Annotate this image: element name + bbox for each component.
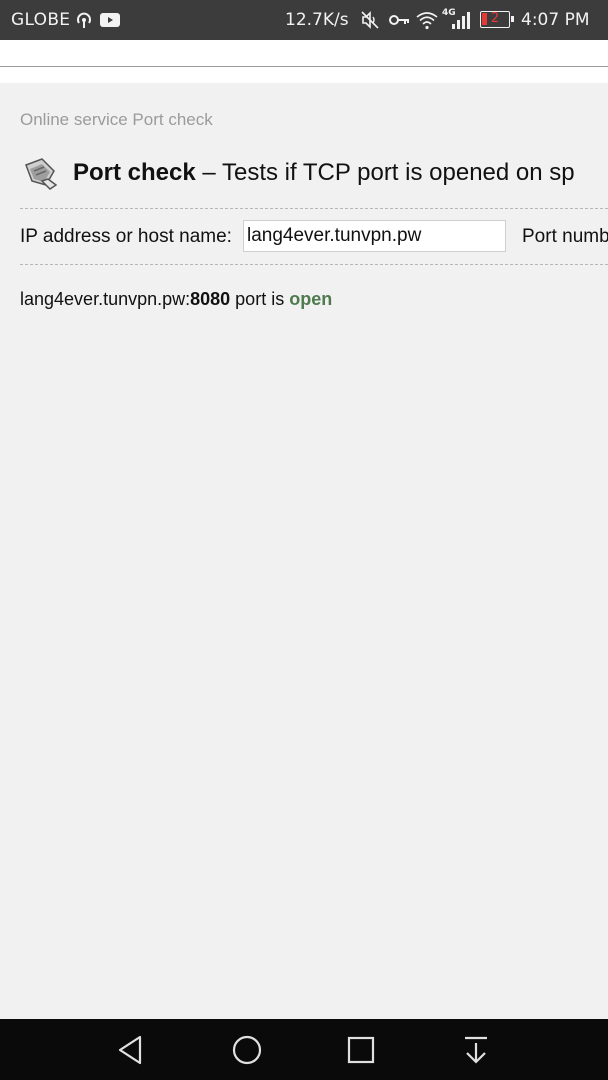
divider-top (20, 208, 608, 209)
divider-bottom (20, 264, 608, 265)
check-result: lang4ever.tunvpn.pw:8080 port is open (20, 289, 332, 310)
page-title-bold: Port check (73, 159, 196, 186)
host-label: IP address or host name: (20, 226, 232, 247)
network-speed: 12.7K/s (285, 10, 349, 30)
plug-icon (25, 158, 58, 190)
result-port: 8080 (190, 289, 231, 309)
vpn-key-icon (389, 15, 409, 25)
hotspot-icon (77, 12, 91, 28)
battery-icon: 2 (480, 11, 514, 28)
result-status: open (289, 289, 333, 309)
clock: 4:07 PM (521, 10, 590, 30)
breadcrumb[interactable]: Online service Port check (20, 110, 213, 130)
page-title-description: – Tests if TCP port is opened on sp (195, 159, 575, 186)
battery-level: 2 (490, 11, 500, 26)
page-top-gap (0, 67, 608, 83)
port-check-form: IP address or host name: Port numb (20, 218, 608, 254)
mute-icon (361, 11, 379, 29)
youtube-icon (100, 13, 120, 27)
result-middle-text: port is (230, 289, 290, 309)
signal-icon (452, 12, 470, 29)
wifi-icon (416, 12, 438, 30)
carrier-name: GLOBE (11, 10, 71, 30)
back-icon[interactable] (114, 1033, 148, 1067)
host-input[interactable] (243, 220, 506, 252)
navigation-bar (0, 1019, 608, 1080)
status-bar: GLOBE 12.7K/s 4G 2 4:07 PM (0, 0, 608, 40)
result-host: lang4ever.tunvpn.pw: (20, 289, 191, 309)
page-top-strip (0, 40, 608, 67)
port-label: Port numb (522, 226, 608, 247)
home-icon[interactable] (230, 1033, 264, 1067)
notification-pull-icon[interactable] (459, 1033, 493, 1067)
page-header: Port check – Tests if TCP port is opened… (20, 155, 608, 195)
recents-icon[interactable] (344, 1033, 378, 1067)
page-title: Port check – Tests if TCP port is opened… (73, 159, 575, 187)
